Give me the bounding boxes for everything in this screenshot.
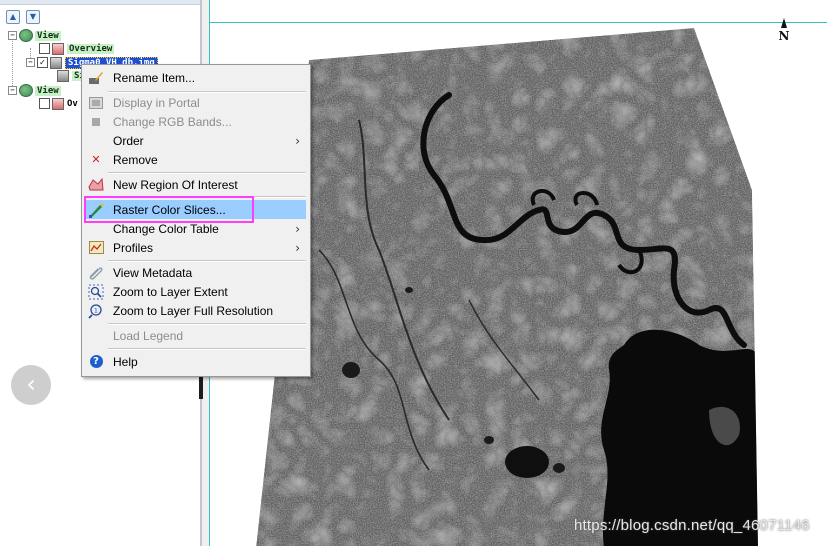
menu-item-label: Order bbox=[113, 133, 144, 148]
menu-item-new-roi[interactable]: New Region Of Interest bbox=[84, 175, 306, 194]
help-icon: ? bbox=[88, 354, 104, 370]
menu-separator bbox=[108, 260, 306, 262]
profiles-icon bbox=[88, 240, 104, 256]
panel-toolbar: ▲ ▼ bbox=[6, 10, 40, 24]
menu-separator bbox=[108, 348, 306, 350]
menu-item-label: New Region Of Interest bbox=[113, 177, 238, 192]
menu-item-display-in-portal[interactable]: Display in Portal bbox=[84, 93, 306, 112]
portal-icon bbox=[88, 95, 104, 111]
menu-item-rename[interactable]: Rename Item... bbox=[84, 68, 306, 87]
tree-item-label: View bbox=[35, 85, 61, 96]
menu-item-help[interactable]: ? Help bbox=[84, 352, 306, 371]
tree-item-label: Ov bbox=[67, 98, 78, 109]
menu-item-zoom-to-layer-extent[interactable]: Zoom to Layer Extent bbox=[84, 282, 306, 301]
menu-item-label: Display in Portal bbox=[113, 95, 200, 110]
collapse-toggle-icon[interactable]: − bbox=[8, 86, 17, 95]
collapse-toggle-icon[interactable]: − bbox=[8, 31, 17, 40]
north-arrow-icon bbox=[781, 18, 787, 28]
scroll-left-button[interactable]: ‹ bbox=[11, 365, 51, 405]
menu-item-label: View Metadata bbox=[113, 265, 193, 280]
rename-icon bbox=[88, 70, 104, 86]
highlight-annotation-box bbox=[84, 196, 254, 223]
menu-item-order[interactable]: Order › bbox=[84, 131, 306, 150]
tree-item-overview[interactable]: Overview bbox=[39, 42, 115, 55]
view-globe-icon bbox=[19, 84, 33, 97]
overview-icon bbox=[52, 42, 64, 55]
band-icon bbox=[57, 69, 69, 82]
submenu-arrow-icon: › bbox=[295, 133, 300, 148]
view-globe-icon bbox=[19, 29, 33, 42]
menu-item-label: Load Legend bbox=[113, 328, 184, 343]
menu-item-remove[interactable]: ✕ Remove bbox=[84, 150, 306, 169]
tree-item-label: View bbox=[35, 30, 61, 41]
expand-all-icon[interactable]: ▼ bbox=[26, 10, 40, 24]
collapse-toggle-icon[interactable]: − bbox=[26, 58, 35, 67]
rgb-bands-icon bbox=[88, 114, 104, 130]
menu-separator bbox=[108, 172, 306, 174]
menu-item-label: Help bbox=[113, 354, 138, 369]
roi-icon bbox=[88, 177, 104, 193]
menu-item-label: Profiles bbox=[113, 240, 154, 255]
north-arrow: N bbox=[774, 18, 794, 43]
menu-item-load-legend[interactable]: Load Legend bbox=[84, 326, 306, 345]
menu-item-zoom-full-resolution[interactable]: 1 Zoom to Layer Full Resolution bbox=[84, 301, 306, 320]
submenu-arrow-icon: › bbox=[295, 221, 300, 236]
layer-visibility-checkbox[interactable] bbox=[37, 57, 48, 68]
raster-layer-icon bbox=[50, 56, 62, 69]
layer-visibility-checkbox[interactable] bbox=[39, 43, 50, 54]
metadata-icon bbox=[88, 265, 104, 281]
menu-item-label: Remove bbox=[113, 152, 158, 167]
layer-visibility-checkbox[interactable] bbox=[39, 98, 50, 109]
submenu-arrow-icon: › bbox=[295, 240, 300, 255]
tree-item-view[interactable]: − View bbox=[8, 29, 61, 42]
tree-item-overview[interactable]: Ov bbox=[39, 97, 78, 110]
menu-separator bbox=[108, 323, 306, 325]
menu-item-profiles[interactable]: Profiles › bbox=[84, 238, 306, 257]
tree-item-view[interactable]: − View bbox=[8, 84, 61, 97]
menu-item-label: Zoom to Layer Full Resolution bbox=[113, 303, 274, 318]
tree-item-label: Overview bbox=[67, 43, 115, 54]
overview-icon bbox=[52, 97, 64, 110]
collapse-all-icon[interactable]: ▲ bbox=[6, 10, 20, 24]
menu-item-label: Zoom to Layer Extent bbox=[113, 284, 228, 299]
watermark-text: https://blog.csdn.net/qq_46071146 bbox=[574, 517, 810, 534]
zoom-extent-icon bbox=[88, 284, 104, 300]
menu-item-change-rgb-bands[interactable]: Change RGB Bands... bbox=[84, 112, 306, 131]
menu-item-label: Rename Item... bbox=[113, 70, 196, 85]
menu-item-view-metadata[interactable]: View Metadata bbox=[84, 263, 306, 282]
zoom-full-res-icon: 1 bbox=[88, 303, 104, 319]
menu-item-label: Change RGB Bands... bbox=[113, 114, 232, 129]
svg-text:1: 1 bbox=[94, 307, 98, 314]
remove-icon: ✕ bbox=[91, 153, 101, 166]
north-label: N bbox=[778, 29, 790, 43]
panel-top-strip bbox=[0, 0, 200, 5]
menu-item-label: Change Color Table bbox=[113, 221, 219, 236]
